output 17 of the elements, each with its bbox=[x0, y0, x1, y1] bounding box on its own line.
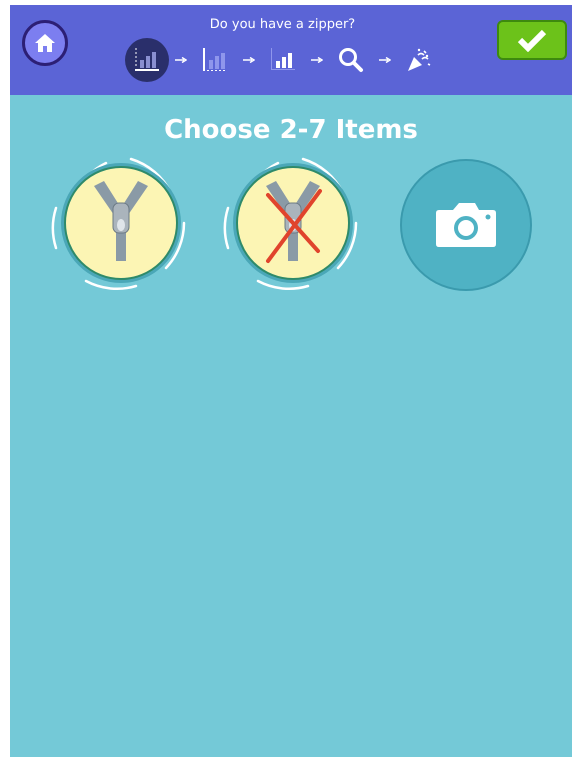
confirm-button[interactable] bbox=[497, 20, 567, 60]
arrow-icon bbox=[174, 57, 186, 63]
party-popper-icon bbox=[406, 47, 432, 73]
home-icon bbox=[34, 33, 56, 53]
bar-chart-icon bbox=[202, 48, 228, 72]
arrow-icon bbox=[378, 57, 390, 63]
home-button[interactable] bbox=[22, 20, 68, 66]
checkmark-icon bbox=[517, 28, 547, 52]
bar-chart-icon bbox=[270, 48, 296, 72]
choose-heading: Choose 2-7 Items bbox=[163, 115, 419, 145]
arrow-icon bbox=[310, 57, 322, 63]
bar-chart-icon bbox=[134, 48, 160, 72]
camera-icon bbox=[435, 202, 497, 248]
arrow-icon bbox=[242, 57, 254, 63]
question-title: Do you have a zipper? bbox=[210, 17, 356, 32]
search-icon bbox=[338, 47, 364, 73]
step-tab[interactable] bbox=[124, 38, 168, 82]
